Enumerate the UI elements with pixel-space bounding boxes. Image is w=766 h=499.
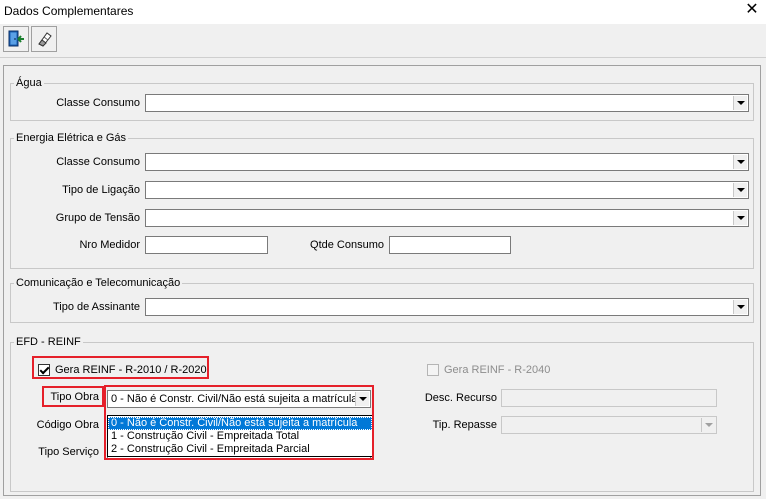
combo-tip-repasse[interactable] <box>501 416 717 434</box>
label-gera-reinf-2040: Gera REINF - R-2040 <box>444 364 551 376</box>
combo-grupo-tensao[interactable] <box>145 209 749 227</box>
desc-recurso-input[interactable] <box>501 389 717 407</box>
main-panel: Água Classe Consumo Energia Elétrica e G… <box>3 65 761 496</box>
window-title: Dados Complementares <box>4 4 134 18</box>
highlight-tipo-obra <box>42 386 104 407</box>
chevron-down-icon[interactable] <box>733 211 747 225</box>
label-classe-consumo-agua: Classe Consumo <box>56 97 140 109</box>
label-tipo-ligacao: Tipo de Ligação <box>62 184 140 196</box>
nro-medidor-input[interactable] <box>145 236 268 254</box>
chevron-down-icon[interactable] <box>733 96 747 110</box>
chevron-down-icon <box>701 418 715 432</box>
chevron-down-icon[interactable] <box>733 300 747 314</box>
label-desc-recurso: Desc. Recurso <box>424 392 497 404</box>
eraser-icon <box>38 32 52 47</box>
label-tipo-assinante: Tipo de Assinante <box>52 301 140 313</box>
label-qtde-consumo: Qtde Consumo <box>310 239 384 251</box>
label-nro-medidor: Nro Medidor <box>79 239 140 251</box>
clear-button[interactable] <box>31 26 57 52</box>
gera-reinf-2040-checkbox[interactable] <box>427 364 439 376</box>
title-bar: Dados Complementares ✕ <box>0 0 766 24</box>
close-icon[interactable]: ✕ <box>744 2 760 18</box>
group-title-comunicacao: Comunicação e Telecomunicação <box>14 276 183 290</box>
group-title-efd: EFD - REINF <box>14 335 83 349</box>
label-tip-repasse: Tip. Repasse <box>432 419 497 431</box>
exit-button[interactable] <box>3 26 29 52</box>
label-classe-consumo-energia: Classe Consumo <box>56 156 140 168</box>
combo-classe-consumo-energia[interactable] <box>145 153 749 171</box>
highlight-gera-reinf <box>32 356 209 379</box>
combo-tipo-assinante[interactable] <box>145 298 749 316</box>
chevron-down-icon[interactable] <box>733 155 747 169</box>
label-grupo-tensao: Grupo de Tensão <box>55 212 140 224</box>
qtde-consumo-input[interactable] <box>389 236 511 254</box>
group-title-agua: Água <box>14 76 44 90</box>
combo-tipo-ligacao[interactable] <box>145 181 749 199</box>
client-area: Água Classe Consumo Energia Elétrica e G… <box>0 58 766 499</box>
toolbar <box>0 24 766 58</box>
chevron-down-icon[interactable] <box>733 183 747 197</box>
group-title-energia: Energia Elétrica e Gás <box>14 131 129 145</box>
label-tipo-servico: Tipo Serviço <box>38 446 99 458</box>
highlight-tipo-obra-combo <box>104 385 374 460</box>
exit-door-icon <box>8 30 24 47</box>
combo-classe-consumo-agua[interactable] <box>145 94 749 112</box>
label-codigo-obra: Código Obra <box>36 419 99 431</box>
